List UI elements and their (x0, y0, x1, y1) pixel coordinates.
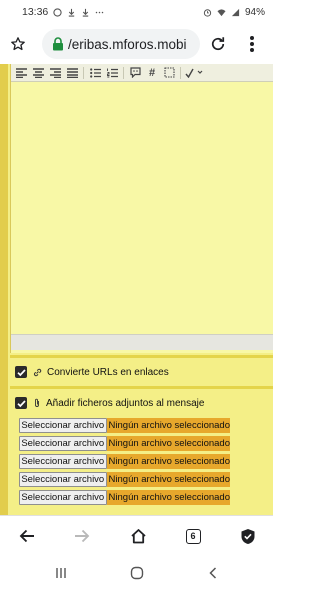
shield-button[interactable] (236, 524, 260, 548)
select-file-button[interactable]: Seleccionar archivo (19, 454, 107, 469)
more-dots-icon (96, 11, 104, 13)
emoticon-icon[interactable] (128, 66, 142, 80)
spellcheck-icon[interactable] (185, 66, 205, 80)
link-icon (33, 368, 42, 377)
recent-apps-icon (56, 568, 66, 578)
align-right-icon[interactable] (48, 66, 62, 80)
select-file-button[interactable]: Seleccionar archivo (19, 490, 107, 505)
lock-icon (53, 37, 63, 51)
file-status-text: Ningún archivo seleccionado (106, 418, 230, 433)
bullet-list-icon[interactable] (88, 66, 102, 80)
status-time: 13:36 (22, 6, 49, 18)
toolbar-separator (83, 66, 84, 79)
android-nav-bar (0, 555, 273, 591)
whatsapp-icon (53, 7, 62, 17)
tab-switcher-button[interactable]: 6 (181, 524, 205, 548)
editor-toolbar: # (11, 64, 273, 82)
file-status-text: Ningún archivo seleccionado (106, 454, 230, 469)
option-convert-urls: Convierte URLs en enlaces (10, 364, 273, 380)
section-divider (10, 355, 273, 358)
file-status-text: Ningún archivo seleccionado (106, 436, 230, 451)
select-file-button[interactable]: Seleccionar archivo (19, 436, 107, 451)
checkmark-icon (16, 399, 26, 407)
file-input-1: Seleccionar archivo Ningún archivo selec… (19, 418, 230, 433)
android-back-button[interactable] (202, 563, 224, 583)
browser-menu-button[interactable] (240, 32, 264, 56)
home-icon (130, 529, 146, 544)
hash-icon[interactable]: # (145, 66, 159, 80)
page-left-border (0, 64, 8, 515)
file-input-3: Seleccionar archivo Ningún archivo selec… (19, 454, 230, 469)
battery-percent: 94% (244, 6, 265, 18)
star-icon (11, 37, 25, 51)
convert-urls-checkbox[interactable] (15, 366, 27, 378)
message-editor[interactable]: # (10, 64, 273, 353)
browser-address-bar: /eribas.mforos.mobi (0, 24, 273, 64)
recent-apps-button[interactable] (50, 563, 72, 583)
circle-home-icon (130, 566, 144, 580)
section-divider (10, 386, 273, 389)
attachments-checkbox[interactable] (15, 397, 27, 409)
toolbar-separator (123, 66, 124, 79)
download-icon (83, 8, 89, 17)
chevron-left-icon (209, 567, 217, 579)
status-bar: 13:36 94% (0, 0, 273, 24)
bookmark-star-button[interactable] (0, 24, 36, 64)
reload-button[interactable] (206, 32, 230, 56)
url-text: /eribas.mforos.mobi (68, 36, 187, 52)
more-vert-icon (250, 36, 254, 52)
select-file-button[interactable]: Seleccionar archivo (19, 418, 107, 433)
browser-bottom-toolbar: 6 (0, 515, 273, 555)
forward-button[interactable] (70, 524, 94, 548)
android-home-button[interactable] (126, 563, 148, 583)
home-button[interactable] (126, 524, 150, 548)
reload-icon (211, 37, 225, 51)
option-attachments: Añadir ficheros adjuntos al mensaje (10, 395, 273, 411)
select-file-button[interactable]: Seleccionar archivo (19, 472, 107, 487)
select-all-icon[interactable] (162, 66, 176, 80)
shield-icon (241, 528, 255, 544)
signal-icon (231, 8, 240, 16)
attachments-label: Añadir ficheros adjuntos al mensaje (46, 397, 205, 409)
web-page: # Convierte URLs en enlaces Añadir fiche… (0, 64, 273, 515)
wifi-icon (217, 8, 226, 16)
align-left-icon[interactable] (14, 66, 28, 80)
toolbar-separator (180, 66, 181, 79)
file-input-5: Seleccionar archivo Ningún archivo selec… (19, 490, 230, 505)
alarm-icon (203, 8, 212, 17)
align-center-icon[interactable] (31, 66, 45, 80)
checkmark-icon (16, 368, 26, 376)
tab-count: 6 (185, 528, 201, 544)
download-icon (69, 8, 75, 17)
arrow-left-icon (19, 529, 34, 543)
file-status-text: Ningún archivo seleccionado (106, 490, 230, 505)
editor-horizontal-scrollbar[interactable] (11, 334, 273, 350)
align-justify-icon[interactable] (65, 66, 79, 80)
arrow-right-icon (75, 529, 90, 543)
numbered-list-icon[interactable] (105, 66, 119, 80)
file-input-4: Seleccionar archivo Ningún archivo selec… (19, 472, 230, 487)
file-status-text: Ningún archivo seleccionado (106, 472, 230, 487)
url-field[interactable]: /eribas.mforos.mobi (42, 29, 200, 59)
paperclip-icon (33, 398, 41, 408)
file-input-2: Seleccionar archivo Ningún archivo selec… (19, 436, 230, 451)
back-button[interactable] (15, 524, 39, 548)
convert-urls-label: Convierte URLs en enlaces (47, 366, 169, 378)
